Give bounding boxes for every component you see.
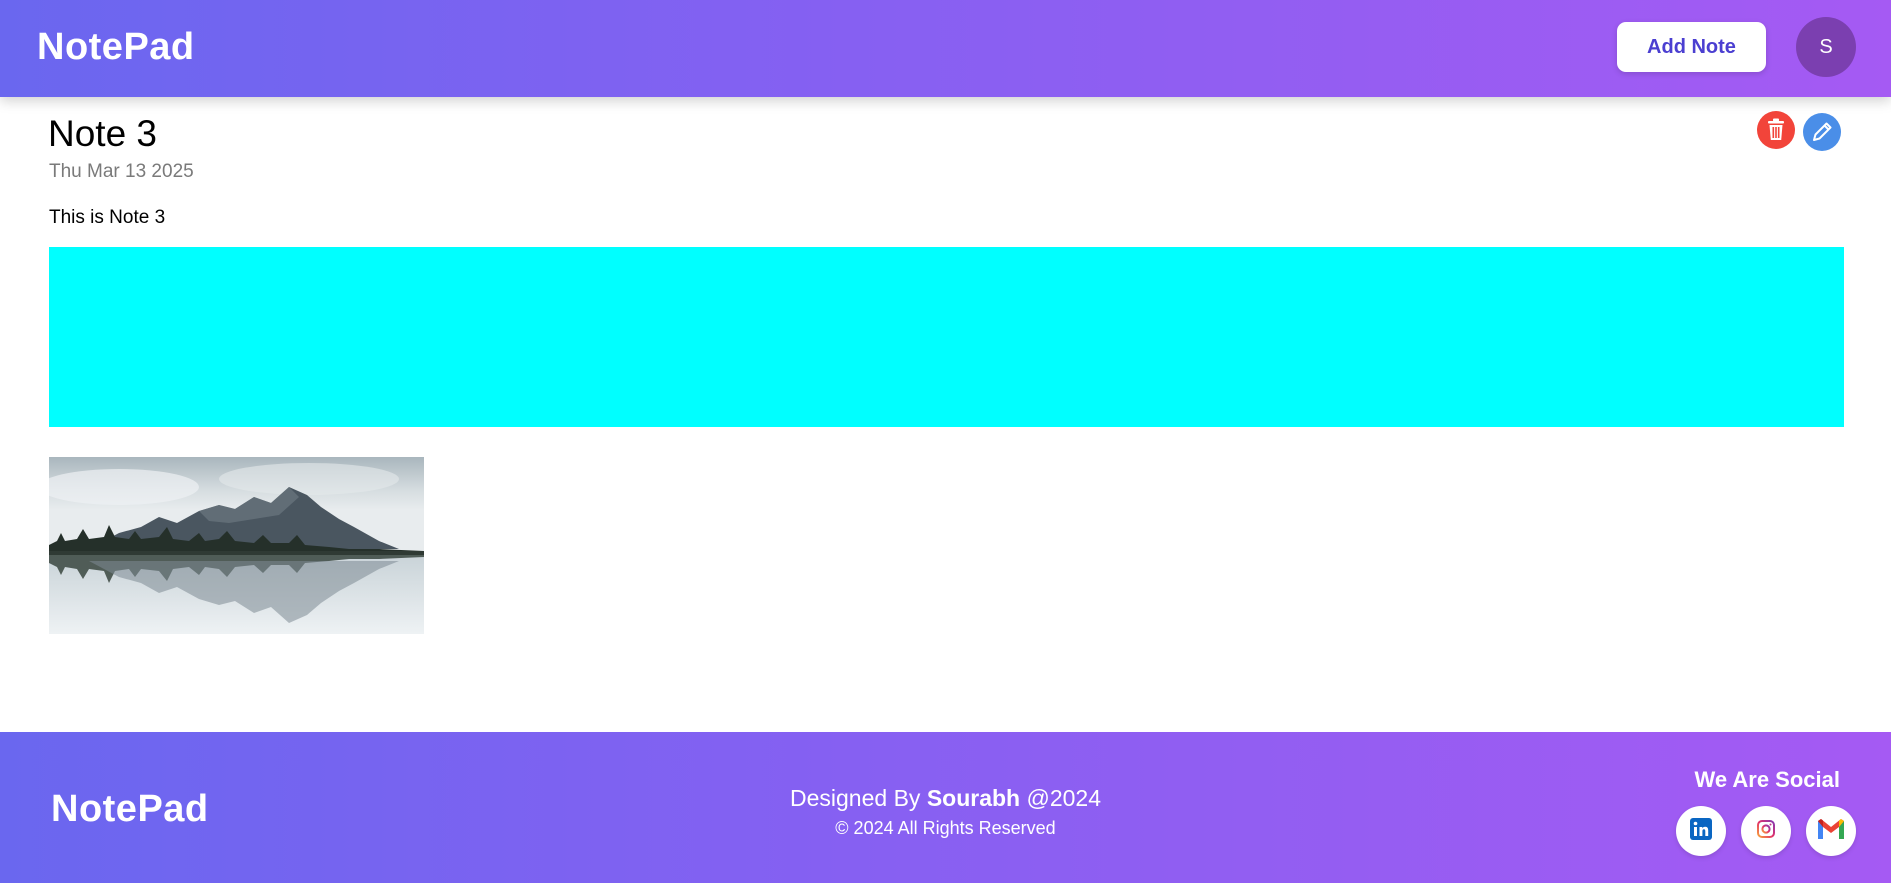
note-body: This is Note 3 xyxy=(49,207,166,228)
avatar-initial: S xyxy=(1819,35,1833,58)
top-navbar: NotePad Add Note S xyxy=(0,0,1891,97)
edit-note-button[interactable] xyxy=(1803,112,1841,156)
brand-logo[interactable]: NotePad xyxy=(37,24,195,70)
avatar[interactable]: S xyxy=(1796,17,1856,77)
designer-credit: Designed By Sourabh @2024 xyxy=(0,784,1891,812)
gmail-link[interactable] xyxy=(1806,806,1856,856)
footer: NotePad Designed By Sourabh @2024 © 2024… xyxy=(0,732,1891,883)
gmail-icon xyxy=(1816,817,1846,846)
instagram-icon xyxy=(1755,818,1777,845)
designer-name: Sourabh xyxy=(926,785,1021,811)
mountain-lake-image xyxy=(49,457,424,634)
linkedin-link[interactable] xyxy=(1676,806,1726,856)
delete-note-button[interactable] xyxy=(1757,110,1795,154)
instagram-link[interactable] xyxy=(1741,806,1791,856)
linkedin-icon xyxy=(1689,817,1713,846)
trash-icon xyxy=(1757,110,1795,154)
social-heading: We Are Social xyxy=(1694,767,1840,792)
note-color-block xyxy=(49,247,1844,427)
add-note-button[interactable]: Add Note xyxy=(1617,22,1766,72)
designed-by-label: Designed By xyxy=(790,785,921,811)
credit-year: @2024 xyxy=(1026,785,1101,811)
note-date: Thu Mar 13 2025 xyxy=(49,161,194,182)
pencil-icon xyxy=(1803,112,1841,156)
note-title: Note 3 xyxy=(48,113,158,154)
copyright-text: © 2024 All Rights Reserved xyxy=(835,818,1056,838)
